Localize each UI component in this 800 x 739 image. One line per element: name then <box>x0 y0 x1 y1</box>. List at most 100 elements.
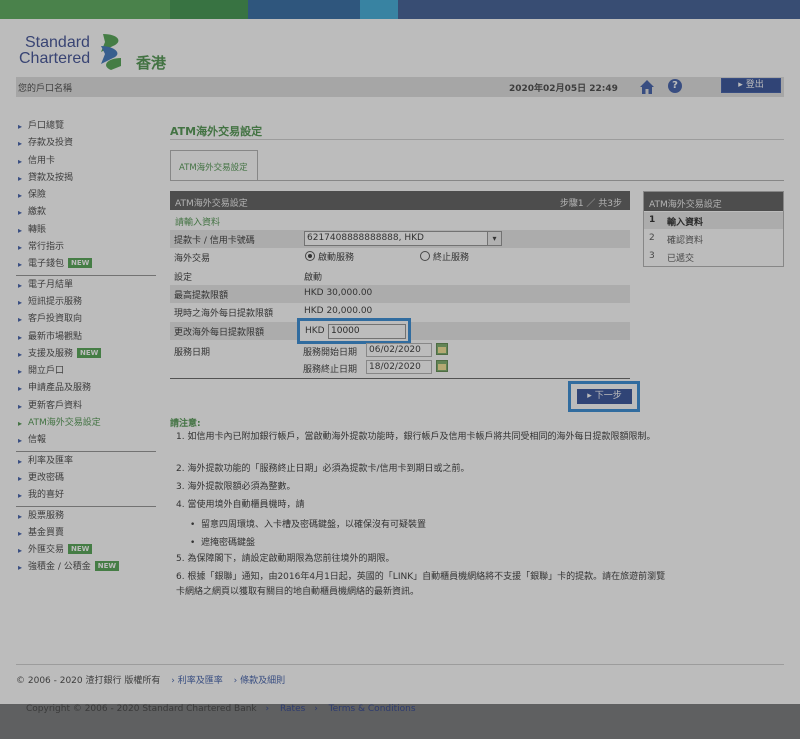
sidebar-item-market-views[interactable]: 最新市場觀點 <box>16 329 156 346</box>
bottom-bar: Copyright © 2006 - 2020 Standard Charter… <box>0 704 800 739</box>
chevron-down-icon[interactable]: ▾ <box>487 232 501 245</box>
end-date-input[interactable]: 18/02/2020 <box>366 360 432 374</box>
sidebar-item-label: 支援及服務 <box>28 348 74 359</box>
footer-link-rates[interactable]: › 利率及匯率 <box>171 676 222 686</box>
calendar-icon[interactable] <box>436 343 448 355</box>
sidebar-item-insurance[interactable]: 保險 <box>16 187 156 204</box>
radio-terminate-label: 終止服務 <box>433 253 470 263</box>
note-item: 5. 為保障閣下，請設定啟動期限為您前往境外的期限。 <box>176 554 395 564</box>
section-header: 請輸入資料 <box>170 211 630 229</box>
divider <box>170 139 784 140</box>
end-date-label: 服務終止日期 <box>303 365 358 375</box>
max-limit-row: 最高提款限額 HKD 30,000.00 <box>170 285 630 303</box>
sidebar-item-e-wallet[interactable]: 電子錢包NEW <box>16 256 156 274</box>
sidebar-item-label: 強積金 / 公積金 <box>28 562 91 573</box>
notes-title: 請注意: <box>170 419 201 429</box>
sidebar-item-preferences[interactable]: 我的喜好 <box>16 487 156 504</box>
sidebar-item-mpf[interactable]: 強積金 / 公積金NEW <box>16 559 156 577</box>
footer-link-terms[interactable]: › 條款及細則 <box>234 676 285 686</box>
page: Standard Chartered 香港 您的戶口名稱 2020年02月05日… <box>0 0 800 704</box>
sidebar-item-label: 更新客戶資料 <box>28 400 83 411</box>
sidebar-item-standing-instruction[interactable]: 常行指示 <box>16 239 156 256</box>
sidebar-item-label: 最新市場觀點 <box>28 331 83 342</box>
logout-button[interactable]: ▸ 登出 <box>721 78 781 93</box>
sidebar-item-apply[interactable]: 申請產品及服務 <box>16 380 156 397</box>
max-limit-label: 最高提款限額 <box>174 291 229 301</box>
new-limit-value: 10000 <box>331 326 360 336</box>
divider <box>170 378 630 379</box>
top-stripes <box>0 0 800 19</box>
sidebar-item-transfer[interactable]: 轉賬 <box>16 222 156 239</box>
radio-activate[interactable] <box>305 251 315 261</box>
new-limit-currency: HKD <box>305 326 325 336</box>
bottom-link-terms[interactable]: › Terms & Conditions <box>314 704 415 714</box>
sidebar-item-e-statement[interactable]: 電子月結單 <box>16 277 156 294</box>
sidebar-item-support[interactable]: 支援及服務NEW <box>16 346 156 363</box>
divider <box>170 180 784 181</box>
brand-region: 香港 <box>136 54 167 72</box>
sidebar-item-label: 更改密碼 <box>28 472 65 483</box>
next-button[interactable]: ▸ 下一步 <box>577 389 632 404</box>
sidebar-item-label: 基金買賣 <box>28 527 65 538</box>
card-select[interactable]: 6217408888888888, HKD ▾ <box>304 231 502 246</box>
overseas-label: 海外交易 <box>174 254 211 264</box>
sidebar-item-label: 繳款 <box>28 207 47 218</box>
sidebar-item-bill-payment[interactable]: 繳款 <box>16 204 156 221</box>
tab-atm-overseas[interactable]: ATM海外交易設定 <box>170 150 258 180</box>
calendar-icon[interactable] <box>436 360 448 372</box>
new-badge: NEW <box>68 258 93 269</box>
sidebar-item-rates[interactable]: 利率及匯率 <box>16 453 156 470</box>
new-badge: NEW <box>68 544 93 555</box>
sidebar-item-label: 常行指示 <box>28 242 65 253</box>
note-bullet: • 遮掩密碼鍵盤 <box>190 538 256 548</box>
footer-link-label: 利率及匯率 <box>177 676 223 686</box>
sidebar-item-loans[interactable]: 貸款及按揭 <box>16 170 156 187</box>
account-name: 您的戶口名稱 <box>18 84 73 94</box>
step-number: 2 <box>649 233 655 243</box>
sidebar-item-funds[interactable]: 基金買賣 <box>16 525 156 542</box>
sidebar-item-risk-profile[interactable]: 客戶投資取向 <box>16 311 156 328</box>
sidebar-item-sms-alert[interactable]: 短訊提示服務 <box>16 294 156 311</box>
new-limit-input[interactable]: 10000 <box>328 324 406 339</box>
step-item: 1 輸入資料 <box>644 212 783 229</box>
sidebar-item-label: 信報 <box>28 435 47 446</box>
card-label: 提款卡 / 信用卡號碼 <box>174 236 255 246</box>
note-bullet: • 留意四周環境、入卡槽及密碼鍵盤，以確保沒有可疑裝置 <box>190 520 427 530</box>
start-date-input[interactable]: 06/02/2020 <box>366 343 432 357</box>
setting-label: 設定 <box>174 273 193 283</box>
bottom-footer: Copyright © 2006 - 2020 Standard Charter… <box>18 704 416 714</box>
step-panel-title: ATM海外交易設定 <box>644 192 783 211</box>
sidebar-divider <box>16 505 156 507</box>
step-item: 3 已遞交 <box>644 248 783 265</box>
sidebar-item-label: 轉賬 <box>28 224 47 235</box>
sidebar-divider <box>16 450 156 452</box>
info-bar: 您的戶口名稱 2020年02月05日 22:49 ? ▸ 登出 <box>16 77 784 97</box>
sidebar-item-atm-overseas[interactable]: ATM海外交易設定 <box>16 415 156 432</box>
sidebar-item-label: 申請產品及服務 <box>28 383 92 394</box>
sidebar-item-securities[interactable]: 股票服務 <box>16 508 156 525</box>
footer: © 2006 - 2020 渣打銀行 版權所有 › 利率及匯率 › 條款及細則 <box>16 673 285 686</box>
sidebar-item-mailbox[interactable]: 信報 <box>16 432 156 449</box>
sidebar-item-change-password[interactable]: 更改密碼 <box>16 470 156 487</box>
note-item: 4. 當使用境外自動櫃員機時，請 <box>176 500 305 510</box>
step-panel: ATM海外交易設定 1 輸入資料 2 確認資料 3 已遞交 <box>643 191 784 267</box>
radio-terminate[interactable] <box>420 251 430 261</box>
sidebar-item-deposits[interactable]: 存款及投資 <box>16 135 156 152</box>
tab-label: ATM海外交易設定 <box>179 163 248 173</box>
max-limit-value: HKD 30,000.00 <box>304 288 373 298</box>
sidebar-item-open-account[interactable]: 開立戶口 <box>16 363 156 380</box>
home-icon[interactable] <box>639 79 655 95</box>
help-icon[interactable]: ? <box>668 79 682 93</box>
sidebar-item-credit-card[interactable]: 信用卡 <box>16 153 156 170</box>
bottom-link-rates[interactable]: › Rates <box>266 704 306 714</box>
sidebar-item-fx[interactable]: 外匯交易NEW <box>16 542 156 559</box>
sidebar-item-account-overview[interactable]: 戶口總覽 <box>16 118 156 135</box>
sidebar-item-label: 電子錢包 <box>28 259 65 270</box>
sidebar-nav: 戶口總覽 存款及投資 信用卡 貸款及按揭 保險 繳款 轉賬 常行指示 電子錢包N… <box>16 118 156 577</box>
logout-label: 登出 <box>745 80 764 90</box>
note-item: 2. 海外提款功能的「服務終止日期」必須為提款卡/信用卡到期日或之前。 <box>176 464 470 474</box>
note-item: 3. 海外提款限額必須為整數。 <box>176 482 296 492</box>
service-date-label: 服務日期 <box>174 348 211 358</box>
note-bullet-text: 留意四周環境、入卡槽及密碼鍵盤，以確保沒有可疑裝置 <box>201 520 427 530</box>
sidebar-item-update-info[interactable]: 更新客戶資料 <box>16 398 156 415</box>
